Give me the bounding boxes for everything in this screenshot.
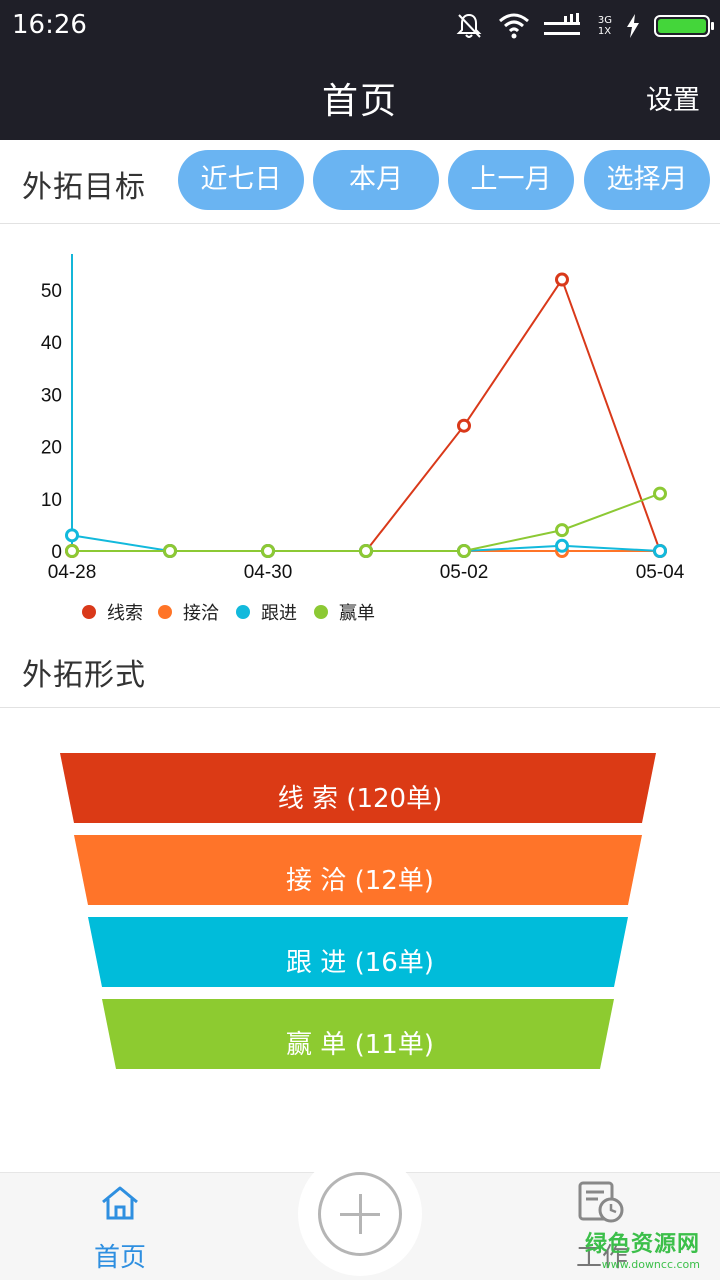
data-point (163, 544, 177, 558)
watermark-sub: www.downcc.com (601, 1258, 700, 1271)
x-tick-label: 05-02 (440, 562, 489, 583)
nav-home-label: 首页 (93, 1243, 146, 1273)
charging-icon (627, 14, 639, 38)
filter-last-7-days-button[interactable]: 近七日 (178, 150, 304, 210)
status-bar: 16:26 3G 1X (0, 0, 720, 52)
legend-marker (236, 605, 250, 619)
data-point (653, 486, 667, 501)
funnel-chart: 线 索 (120单) 接 洽 (12单) 跟 进 (16单) 赢 单 (11单) (0, 740, 720, 1080)
watermark: 绿色资源网 www.downcc.com (585, 1226, 700, 1271)
signal-icon (543, 13, 580, 35)
battery-fill (658, 19, 706, 33)
battery-icon (654, 15, 714, 37)
x-tick-label: 05-04 (636, 562, 685, 583)
y-tick-label: 40 (41, 333, 62, 354)
data-point (359, 544, 373, 558)
data-point (555, 538, 569, 553)
filter-this-month-button[interactable]: 本月 (313, 150, 439, 210)
y-tick-label: 50 (41, 281, 62, 302)
data-point (555, 523, 569, 538)
data-point (457, 418, 471, 433)
nav-home-tab[interactable]: 首页 (70, 1181, 170, 1277)
watermark-main: 绿色资源网 (584, 1232, 700, 1257)
y-tick-label: 0 (51, 542, 62, 563)
filter-select-month-button[interactable]: 选择月 (584, 150, 710, 210)
target-section-title: 外拓目标 (22, 170, 146, 205)
title-bar: 首页 设置 (0, 52, 720, 140)
funnel-label-contact: 接 洽 (12单) (286, 866, 434, 896)
add-button[interactable] (318, 1172, 402, 1256)
home-icon (102, 1186, 138, 1220)
legend-marker (82, 605, 96, 619)
funnel-label-followup: 跟 进 (16单) (286, 948, 434, 978)
line-chart-svg: 0 10 20 30 40 50 04-28 04-30 05-02 05-04 线索 接洽 跟进 赢单 (41, 254, 685, 623)
form-section-header: 外拓形式 (0, 634, 720, 708)
funnel-label-leads: 线 索 (120单) (277, 784, 443, 814)
network-sub-label: 1X (597, 26, 612, 37)
funnel-label-won: 赢 单 (11单) (286, 1030, 434, 1060)
y-tick-label: 20 (41, 438, 62, 459)
x-tick-label: 04-28 (48, 562, 97, 583)
series-line (72, 277, 661, 552)
data-point (555, 272, 569, 287)
data-point (65, 528, 79, 543)
target-filter-row: 外拓目标 近七日 本月 上一月 选择月 (0, 140, 720, 224)
legend-label: 跟进 (261, 603, 297, 623)
data-point (261, 544, 275, 558)
status-time: 16:26 (12, 10, 87, 40)
form-section-title: 外拓形式 (22, 658, 146, 693)
y-tick-label: 10 (41, 490, 62, 511)
network-type-label: 3G (597, 15, 612, 26)
wifi-icon (498, 13, 529, 39)
data-point (457, 544, 471, 558)
legend-label: 接洽 (183, 603, 219, 623)
settings-button[interactable]: 设置 (646, 78, 700, 117)
legend-label: 赢单 (339, 602, 375, 623)
data-point (65, 544, 79, 558)
data-point (653, 544, 667, 558)
target-line-chart: 0 10 20 30 40 50 04-28 04-30 05-02 05-04 线索 接洽 跟进 赢单 (0, 224, 720, 634)
legend-marker (314, 605, 328, 619)
status-icons: 3G 1X (454, 10, 714, 42)
y-tick-label: 30 (41, 385, 62, 406)
page-title: 首页 (321, 81, 398, 122)
filter-last-month-button[interactable]: 上一月 (448, 150, 574, 210)
work-schedule-icon (578, 1181, 624, 1223)
legend-marker (158, 605, 172, 619)
series-line (72, 492, 661, 552)
mute-icon (456, 13, 482, 38)
x-tick-label: 04-30 (244, 562, 293, 583)
network-type: 3G 1X (598, 15, 612, 37)
legend-label: 线索 (107, 603, 143, 623)
